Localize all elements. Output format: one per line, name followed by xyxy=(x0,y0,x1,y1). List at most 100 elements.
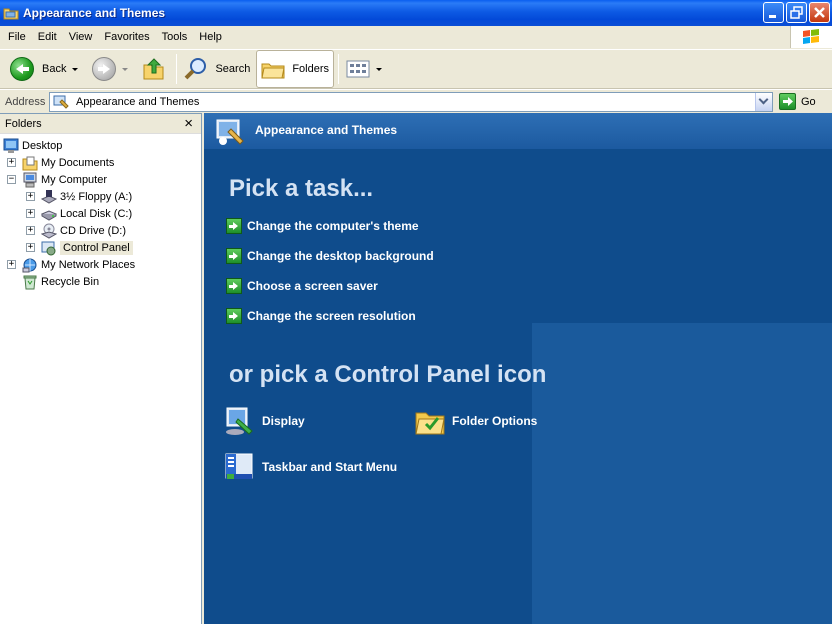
tree-item-my-documents[interactable]: My Documents xyxy=(22,154,114,171)
tree-item-desktop[interactable]: Desktop xyxy=(3,137,62,154)
views-dropdown-icon[interactable] xyxy=(376,67,383,71)
back-arrow-icon xyxy=(10,57,34,81)
forward-dropdown-icon[interactable] xyxy=(122,67,129,71)
task-screen-saver[interactable]: Choose a screen saver xyxy=(226,278,378,294)
folder-options-item[interactable]: Folder Options xyxy=(414,405,537,437)
expand-my-documents-button[interactable]: + xyxy=(7,158,16,167)
folder-icon xyxy=(3,6,19,20)
back-label: Back xyxy=(42,63,67,75)
views-icon xyxy=(346,59,370,79)
task-arrow-icon xyxy=(226,248,242,264)
menu-edit[interactable]: Edit xyxy=(32,31,63,43)
go-label: Go xyxy=(801,95,816,108)
tree-item-control-panel[interactable]: Control Panel xyxy=(41,239,133,256)
hard-disk-icon xyxy=(40,206,58,222)
back-dropdown-icon[interactable] xyxy=(72,67,79,71)
address-dropdown-button[interactable] xyxy=(755,93,772,111)
tree-item-label: Local Disk (C:) xyxy=(60,207,133,220)
expand-network-button[interactable]: + xyxy=(7,260,16,269)
task-arrow-icon xyxy=(226,278,242,294)
up-folder-icon xyxy=(142,57,166,81)
pick-task-heading: Pick a task... xyxy=(229,175,374,202)
cd-drive-icon xyxy=(40,223,58,239)
task-arrow-icon xyxy=(226,308,242,324)
display-label: Display xyxy=(262,414,305,428)
menu-file[interactable]: File xyxy=(2,31,32,43)
search-icon xyxy=(184,57,208,81)
floppy-icon xyxy=(40,189,58,205)
recycle-bin-icon xyxy=(22,274,38,290)
menu-help[interactable]: Help xyxy=(193,31,228,43)
tree-item-network[interactable]: My Network Places xyxy=(22,256,135,273)
folders-pane-title: Folders xyxy=(5,117,42,130)
expand-floppy-button[interactable]: + xyxy=(26,192,35,201)
windows-logo-icon xyxy=(790,26,832,48)
title-bar: Appearance and Themes xyxy=(0,0,832,26)
forward-button[interactable] xyxy=(88,52,132,86)
toolbar-separator xyxy=(176,54,178,84)
expand-control-panel-button[interactable]: + xyxy=(26,243,35,252)
window-title: Appearance and Themes xyxy=(23,6,166,20)
search-label: Search xyxy=(215,63,251,75)
desktop-icon xyxy=(3,138,19,154)
close-button[interactable] xyxy=(809,2,830,23)
tree-item-label: My Documents xyxy=(41,156,115,169)
expand-local-disk-button[interactable]: + xyxy=(26,209,35,218)
menu-tools[interactable]: Tools xyxy=(156,31,194,43)
category-header: Appearance and Themes xyxy=(204,113,832,149)
task-change-background[interactable]: Change the desktop background xyxy=(226,248,434,264)
folders-pane: Folders × Desktop + My Documents − My Co… xyxy=(0,113,202,624)
collapse-my-computer-button[interactable]: − xyxy=(7,175,16,184)
address-value: Appearance and Themes xyxy=(76,96,200,108)
main-pane: Appearance and Themes Pick a task... Cha… xyxy=(204,113,832,624)
taskbar-item[interactable]: Taskbar and Start Menu xyxy=(224,451,397,483)
my-documents-icon xyxy=(22,155,38,171)
folders-pane-close-button[interactable]: × xyxy=(184,115,193,132)
display-item[interactable]: Display xyxy=(224,405,305,437)
maximize-button[interactable] xyxy=(786,2,807,23)
network-icon xyxy=(22,257,38,273)
toolbar: Back Search Folders xyxy=(0,49,832,89)
expand-cd-drive-button[interactable]: + xyxy=(26,226,35,235)
task-label: Change the desktop background xyxy=(247,249,434,263)
menu-view[interactable]: View xyxy=(63,31,99,43)
go-button[interactable]: Go xyxy=(779,93,816,110)
tree-item-label: Desktop xyxy=(22,139,63,152)
search-button[interactable]: Search xyxy=(180,52,254,86)
forward-arrow-icon xyxy=(92,57,117,81)
tree-item-label: 3½ Floppy (A:) xyxy=(60,190,133,203)
folders-pane-header: Folders × xyxy=(0,114,201,134)
category-title: Appearance and Themes xyxy=(255,123,398,137)
views-button[interactable] xyxy=(342,52,386,86)
task-change-theme[interactable]: Change the computer's theme xyxy=(226,218,419,234)
control-panel-icon xyxy=(41,240,57,256)
tree-item-recycle-bin[interactable]: Recycle Bin xyxy=(22,273,99,290)
tree-item-label: My Network Places xyxy=(41,258,136,271)
tree-item-label: Recycle Bin xyxy=(41,275,100,288)
task-label: Choose a screen saver xyxy=(247,279,378,293)
tree-item-floppy[interactable]: 3½ Floppy (A:) xyxy=(40,188,133,205)
task-arrow-icon xyxy=(226,218,242,234)
back-button[interactable]: Back xyxy=(6,52,82,86)
my-computer-icon xyxy=(22,172,38,188)
menu-bar: File Edit View Favorites Tools Help xyxy=(0,26,790,48)
folders-button[interactable]: Folders xyxy=(256,50,335,88)
task-screen-resolution[interactable]: Change the screen resolution xyxy=(226,308,416,324)
up-button[interactable] xyxy=(138,52,173,86)
address-bar: Address Appearance and Themes Go xyxy=(0,89,832,113)
task-label: Change the computer's theme xyxy=(247,219,419,233)
pick-icon-heading: or pick a Control Panel icon xyxy=(229,361,547,388)
menu-favorites[interactable]: Favorites xyxy=(98,31,155,43)
tree-item-my-computer[interactable]: My Computer xyxy=(22,171,107,188)
address-field[interactable]: Appearance and Themes xyxy=(49,92,773,112)
display-icon xyxy=(224,405,256,437)
tree-item-cd-drive[interactable]: CD Drive (D:) xyxy=(40,222,126,239)
appearance-themes-icon xyxy=(53,94,69,110)
tree-item-label: My Computer xyxy=(41,173,108,186)
taskbar-icon xyxy=(224,451,256,483)
taskbar-label: Taskbar and Start Menu xyxy=(262,460,398,474)
minimize-button[interactable] xyxy=(763,2,784,23)
folders-icon xyxy=(261,57,285,81)
tree-item-label: Control Panel xyxy=(60,240,133,255)
tree-item-local-disk[interactable]: Local Disk (C:) xyxy=(40,205,133,222)
